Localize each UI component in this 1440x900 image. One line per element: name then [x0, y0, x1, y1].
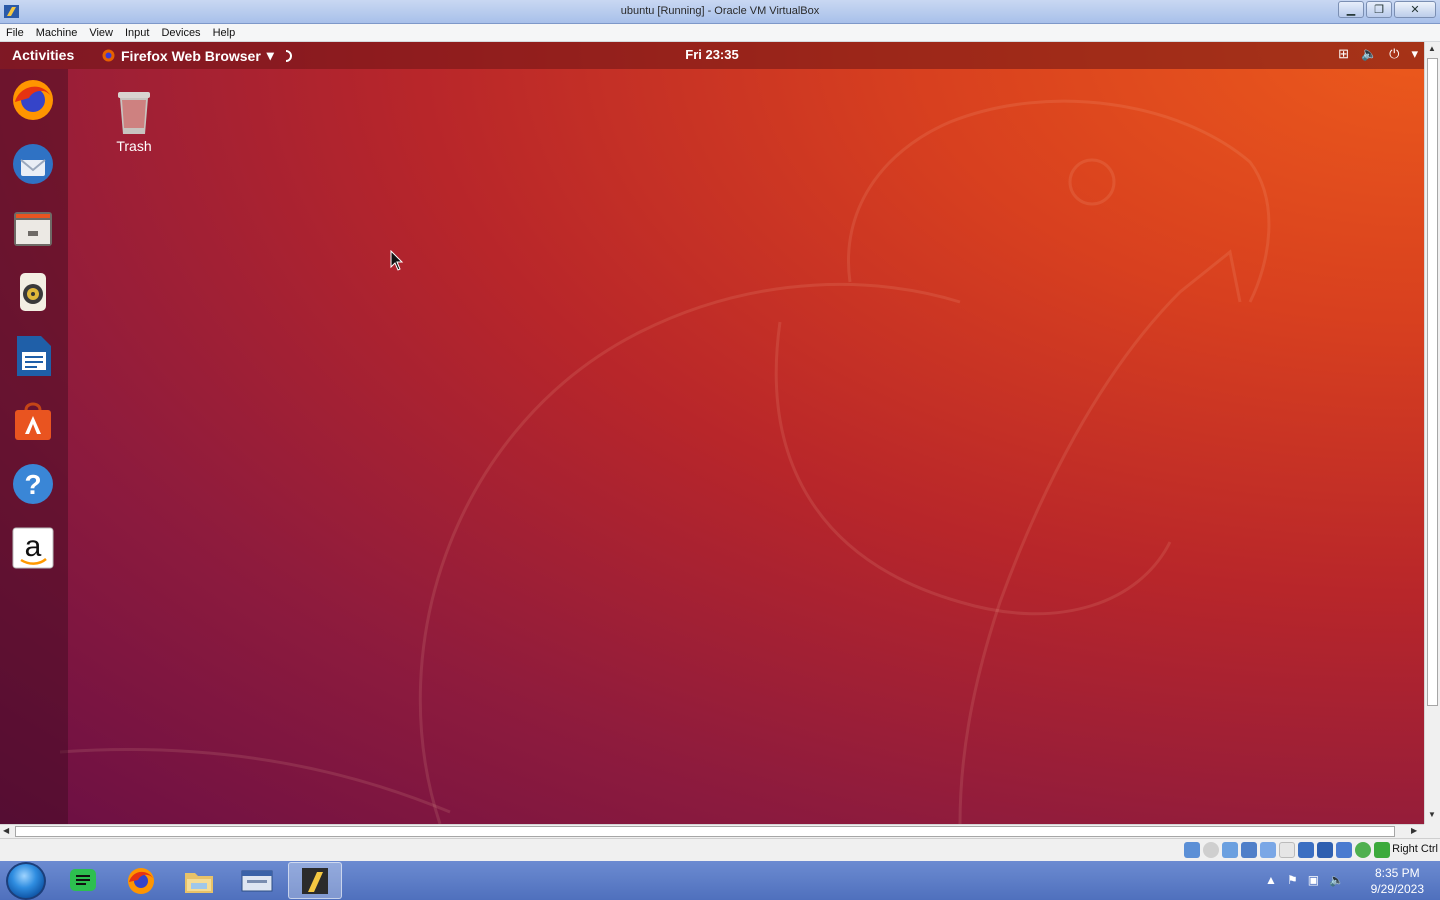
svg-text:?: ? [24, 469, 41, 500]
host-key-label[interactable]: Right Ctrl [1392, 843, 1438, 855]
hard-disk-icon[interactable] [1184, 842, 1200, 858]
minimize-button[interactable]: ▁ [1338, 1, 1364, 18]
scroll-left-arrow-icon[interactable]: ◀ [3, 826, 9, 835]
dock: ? a [0, 69, 68, 824]
virtualization-icon[interactable] [1355, 842, 1371, 858]
scroll-up-arrow-icon[interactable]: ▲ [1428, 44, 1436, 53]
volume-icon[interactable]: 🔈 [1361, 46, 1377, 62]
power-icon[interactable]: ⏻ [1389, 46, 1399, 62]
dock-libreoffice-writer[interactable] [10, 333, 56, 379]
system-clock[interactable]: 8:35 PM 9/29/2023 [1371, 865, 1424, 897]
dock-firefox[interactable] [10, 77, 56, 123]
window-manager-icon [241, 870, 273, 891]
taskbar-virtualbox[interactable] [288, 862, 342, 899]
vm-status-bar: Right Ctrl [0, 838, 1440, 861]
clock-time: 8:35 PM [1374, 866, 1420, 880]
wallpaper-art [59, 99, 1271, 824]
window-titlebar[interactable]: ubuntu [Running] - Oracle VM VirtualBox … [0, 0, 1440, 24]
host-taskbar: ▲ ⚑ ▣ 🔈 8:35 PM 9/29/2023 [0, 861, 1440, 900]
chevron-down-icon[interactable]: ▾ [1411, 46, 1418, 62]
dock-amazon[interactable]: a [10, 525, 56, 571]
chat-app-icon [70, 868, 96, 891]
audio-icon[interactable] [1222, 842, 1238, 858]
dock-files[interactable] [10, 205, 56, 251]
files-icon [14, 212, 52, 246]
taskbar-firefox[interactable] [114, 862, 168, 899]
libreoffice-writer-icon [17, 336, 51, 376]
virtualbox-icon [302, 867, 328, 894]
file-explorer-icon [185, 872, 213, 893]
usb-icon[interactable] [1260, 842, 1276, 858]
firefox-icon [13, 80, 53, 120]
notification-area[interactable]: ▲ ⚑ ▣ 🔈 [1265, 873, 1344, 887]
maximize-button[interactable]: ❐ [1366, 1, 1392, 18]
taskbar-chat-app[interactable] [56, 862, 110, 899]
volume-icon[interactable]: 🔈 [1329, 873, 1344, 887]
menu-machine[interactable]: Machine [30, 24, 84, 41]
menu-devices[interactable]: Devices [155, 24, 206, 41]
menu-file[interactable]: File [0, 24, 30, 41]
taskbar-file-explorer[interactable] [172, 862, 226, 899]
chevron-up-icon[interactable]: ▲ [1265, 873, 1277, 887]
system-tray[interactable]: ⊞ 🔈 ⏻ ▾ [1338, 46, 1418, 62]
thunderbird-icon [13, 144, 53, 184]
top-bar-clock[interactable]: Fri 23:35 [0, 47, 1424, 62]
trash-icon [118, 92, 150, 134]
shared-folders-icon[interactable] [1279, 842, 1295, 858]
scroll-down-arrow-icon[interactable]: ▼ [1428, 810, 1436, 819]
taskbar-window-manager[interactable] [230, 862, 284, 899]
dock-help[interactable]: ? [10, 461, 56, 507]
dock-thunderbird[interactable] [10, 141, 56, 187]
vm-display[interactable]: Activities Firefox Web Browser ▾ Fri 23:… [0, 42, 1424, 824]
network-icon[interactable]: ⊞ [1338, 46, 1349, 62]
close-button[interactable]: ✕ [1394, 1, 1436, 18]
horizontal-scroll-thumb[interactable] [15, 826, 1395, 837]
svg-text:a: a [25, 530, 42, 563]
network-icon[interactable]: ▣ [1308, 873, 1319, 887]
start-button[interactable] [6, 862, 46, 900]
firefox-icon [128, 867, 154, 894]
action-center-flag-icon[interactable]: ⚑ [1287, 873, 1298, 887]
amazon-icon: a [12, 527, 54, 569]
gnome-top-bar: Activities Firefox Web Browser ▾ Fri 23:… [0, 42, 1424, 69]
desktop-trash[interactable]: Trash [108, 88, 160, 154]
help-icon: ? [13, 464, 53, 504]
network-adapter-icon[interactable] [1241, 842, 1257, 858]
display-icon[interactable] [1298, 842, 1314, 858]
optical-drive-icon[interactable] [1203, 842, 1219, 858]
trash-label: Trash [116, 138, 152, 154]
scroll-right-arrow-icon[interactable]: ▶ [1411, 826, 1417, 835]
vertical-scrollbar[interactable]: ▲ ▼ [1424, 42, 1440, 824]
mouse-cursor-icon [390, 250, 404, 271]
ubuntu-software-icon [15, 402, 51, 440]
horizontal-scrollbar[interactable]: ◀ ▶ [0, 824, 1424, 838]
window-title: ubuntu [Running] - Oracle VM VirtualBox [620, 5, 820, 17]
rhythmbox-icon [20, 273, 46, 311]
vertical-scroll-thumb[interactable] [1427, 58, 1438, 706]
cpu-icon[interactable] [1336, 842, 1352, 858]
menu-help[interactable]: Help [207, 24, 242, 41]
dock-ubuntu-software[interactable] [10, 397, 56, 443]
video-capture-icon[interactable] [1317, 842, 1333, 858]
clock-date: 9/29/2023 [1370, 882, 1424, 896]
mouse-integration-icon[interactable] [1374, 842, 1390, 858]
menubar: File Machine View Input Devices Help [0, 24, 1440, 42]
dock-rhythmbox[interactable] [10, 269, 56, 315]
menu-view[interactable]: View [83, 24, 119, 41]
scrollbar-corner [1424, 824, 1440, 838]
menu-input[interactable]: Input [119, 24, 155, 41]
